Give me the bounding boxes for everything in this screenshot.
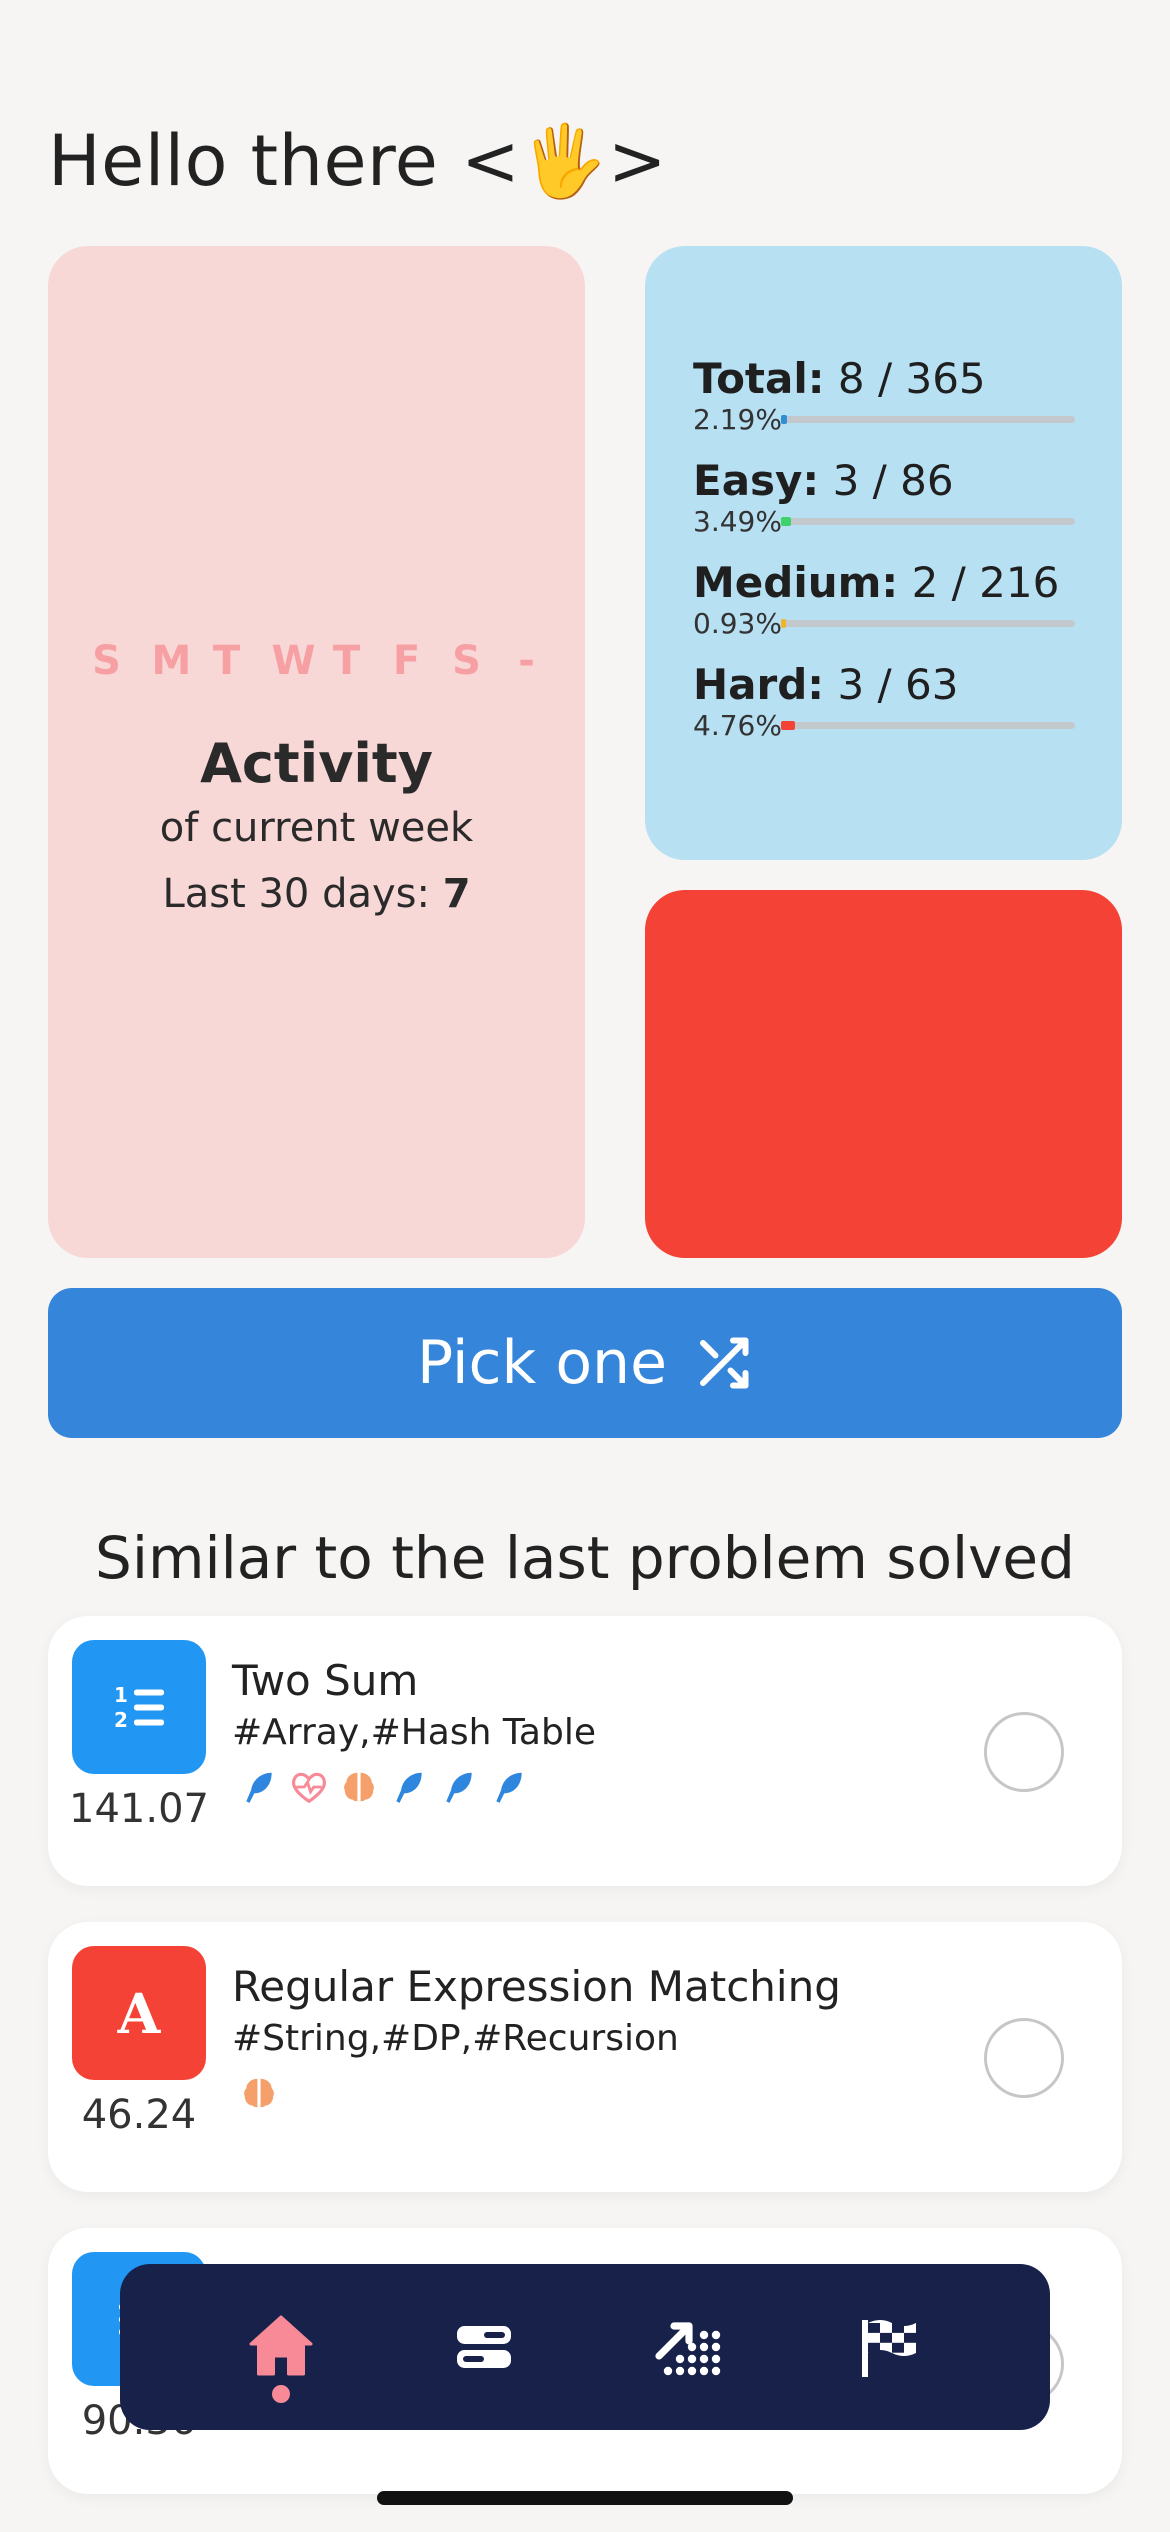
progress-track bbox=[781, 516, 1075, 526]
letter-a-icon: A bbox=[117, 1983, 162, 2043]
problem-tags: #String,#DP,#Recursion bbox=[232, 2018, 679, 2059]
feather-icon bbox=[396, 1772, 422, 1803]
stat-percent: 3.49% bbox=[693, 504, 782, 538]
progress-track bbox=[781, 414, 1075, 424]
nav-home[interactable] bbox=[221, 2287, 341, 2407]
problem-badges bbox=[240, 2074, 278, 2112]
progress-fill bbox=[781, 414, 788, 424]
solved-checkbox[interactable] bbox=[984, 2018, 1064, 2098]
problem-card[interactable]: 1 2 141.07 Two Sum #Array,#Hash Table bbox=[48, 1616, 1122, 1886]
stat-label: Hard: bbox=[693, 660, 825, 709]
weekday-label: S bbox=[452, 638, 481, 684]
progress-fill bbox=[781, 516, 792, 526]
stat-label: Medium: bbox=[693, 558, 899, 607]
nav-problems[interactable] bbox=[424, 2287, 544, 2407]
stat-percent: 0.93% bbox=[693, 606, 782, 640]
feather-icon bbox=[446, 1772, 472, 1803]
progress-fill bbox=[781, 618, 786, 628]
stat-value: 3 / 86 bbox=[832, 456, 954, 505]
stat-label: Easy: bbox=[693, 456, 820, 505]
feather-icon bbox=[496, 1772, 522, 1803]
red-card[interactable] bbox=[645, 890, 1122, 1258]
home-indicator[interactable] bbox=[377, 2491, 793, 2505]
problem-score: 141.07 bbox=[69, 1786, 209, 1832]
week-days-row: S M T W T F S - bbox=[92, 638, 542, 684]
feather-icon bbox=[246, 1772, 272, 1803]
problem-icon-tile: A bbox=[72, 1946, 206, 2080]
stat-line: Hard: 3 / 63 bbox=[693, 660, 1075, 710]
progress-fill bbox=[781, 720, 795, 730]
stat-easy: Easy: 3 / 86 3.49% bbox=[693, 456, 1075, 538]
stat-line: Easy: 3 / 86 bbox=[693, 456, 1075, 506]
pick-one-button[interactable]: Pick one bbox=[48, 1288, 1122, 1438]
stat-value: 2 / 216 bbox=[911, 558, 1060, 607]
problem-badges bbox=[240, 1768, 528, 1806]
problem-tags: #Array,#Hash Table bbox=[232, 1712, 596, 1753]
weekday-label: M bbox=[151, 638, 192, 684]
problem-title: Two Sum bbox=[232, 1656, 419, 1705]
svg-text:A: A bbox=[117, 1983, 162, 2043]
progress-track bbox=[781, 720, 1075, 730]
weekday-label: W bbox=[271, 638, 316, 684]
svg-text:1: 1 bbox=[114, 1683, 128, 1707]
stats-card[interactable]: Total: 8 / 365 2.19% Easy: 3 / 86 3.49% … bbox=[645, 246, 1122, 860]
weekday-label: T bbox=[212, 638, 241, 684]
stat-percent: 4.76% bbox=[693, 708, 782, 742]
weekday-label: - bbox=[518, 638, 535, 684]
activity-title: Activity bbox=[200, 732, 433, 795]
brain-icon bbox=[344, 1772, 374, 1802]
problem-score: 46.24 bbox=[81, 2092, 197, 2138]
last-30-value: 7 bbox=[442, 871, 471, 917]
list-numbered-icon: 1 2 bbox=[114, 1683, 164, 1732]
last-30-label: Last 30 days: bbox=[162, 871, 443, 917]
home-icon bbox=[249, 2315, 313, 2376]
svg-text:2: 2 bbox=[114, 1708, 128, 1732]
stat-percent: 2.19% bbox=[693, 402, 782, 436]
weekday-label: S bbox=[92, 638, 121, 684]
nav-goals[interactable] bbox=[829, 2287, 949, 2407]
stat-total: Total: 8 / 365 2.19% bbox=[693, 354, 1075, 436]
pick-one-label: Pick one bbox=[417, 1328, 667, 1398]
nav-stats[interactable] bbox=[626, 2287, 746, 2407]
solved-checkbox[interactable] bbox=[984, 1712, 1064, 1792]
problem-card[interactable]: A 46.24 Regular Expression Matching #Str… bbox=[48, 1922, 1122, 2192]
greeting-title: Hello there <🖐> bbox=[48, 120, 668, 202]
stat-bar-row: 3.49% bbox=[693, 504, 1075, 538]
home-screen: Hello there <🖐> S M T W T F S - Activity… bbox=[0, 0, 1170, 2532]
activity-last-30-days: Last 30 days: 7 bbox=[162, 871, 470, 917]
stat-bar-row: 0.93% bbox=[693, 606, 1075, 640]
activity-subtitle: of current week bbox=[159, 805, 474, 851]
progress-track bbox=[781, 618, 1075, 628]
stat-line: Medium: 2 / 216 bbox=[693, 558, 1075, 608]
activity-card[interactable]: S M T W T F S - Activity of current week… bbox=[48, 246, 585, 1258]
heart-pulse-icon bbox=[292, 1772, 326, 1804]
stat-line: Total: 8 / 365 bbox=[693, 354, 1075, 404]
weekday-label: F bbox=[392, 638, 421, 684]
bottom-nav-bar bbox=[120, 2264, 1050, 2430]
brain-icon bbox=[244, 2078, 274, 2108]
shuffle-icon bbox=[700, 1337, 749, 1389]
stat-value: 3 / 63 bbox=[837, 660, 959, 709]
stack-icon bbox=[456, 2326, 511, 2368]
stat-bar-row: 4.76% bbox=[693, 708, 1075, 742]
stat-hard: Hard: 3 / 63 4.76% bbox=[693, 660, 1075, 742]
weekday-label: T bbox=[332, 638, 361, 684]
finish-flag-icon bbox=[861, 2320, 916, 2377]
chart-trend-icon bbox=[655, 2322, 721, 2376]
active-indicator-dot bbox=[272, 2385, 291, 2403]
stat-label: Total: bbox=[693, 354, 825, 403]
stat-medium: Medium: 2 / 216 0.93% bbox=[693, 558, 1075, 640]
problem-title: Regular Expression Matching bbox=[232, 1962, 841, 2011]
stat-bar-row: 2.19% bbox=[693, 402, 1075, 436]
problem-icon-tile: 1 2 bbox=[72, 1640, 206, 1774]
section-title: Similar to the last problem solved bbox=[95, 1524, 1075, 1592]
stat-value: 8 / 365 bbox=[837, 354, 986, 403]
